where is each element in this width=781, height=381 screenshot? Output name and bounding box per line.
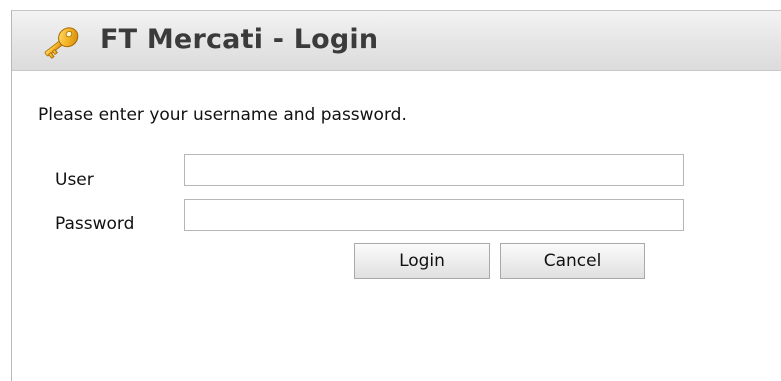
cancel-button[interactable]: Cancel — [500, 243, 645, 279]
key-icon — [44, 27, 79, 59]
dialog-title: FT Mercati - Login — [100, 24, 379, 55]
login-prompt: Please enter your username and password. — [38, 105, 407, 125]
user-input[interactable] — [184, 154, 684, 186]
password-label: Password — [55, 214, 135, 234]
dialog-titlebar: FT Mercati - Login — [12, 11, 781, 71]
password-input[interactable] — [184, 199, 684, 231]
user-label: User — [55, 170, 94, 190]
login-button[interactable]: Login — [354, 243, 490, 279]
login-dialog: FT Mercati - Login Please enter your use… — [11, 10, 781, 381]
